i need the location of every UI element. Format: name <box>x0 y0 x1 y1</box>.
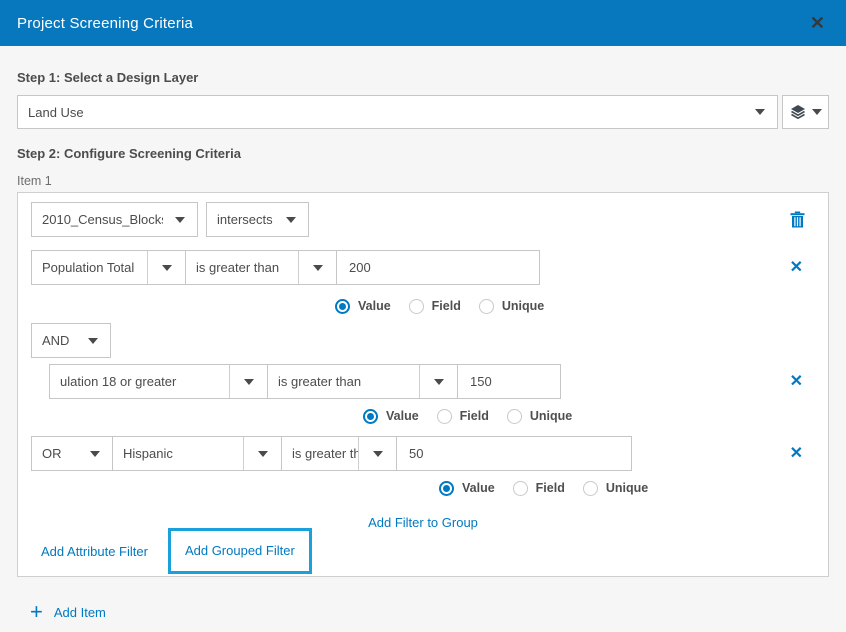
filter2-operator-select[interactable]: is greater than <box>267 364 458 399</box>
value-radio-label: Value <box>386 409 419 423</box>
chevron-down-icon <box>243 437 281 470</box>
field-radio[interactable] <box>437 409 452 424</box>
filter3-operator-value: is greater than <box>282 446 358 461</box>
chevron-down-icon <box>358 437 396 470</box>
value-radio[interactable] <box>363 409 378 424</box>
filter2-field-value: ulation 18 or greater <box>50 374 229 389</box>
unique-radio[interactable] <box>507 409 522 424</box>
spatial-operator-select[interactable]: intersects <box>206 202 309 237</box>
filter2-mode-radios: Value Field Unique <box>363 408 815 424</box>
unique-radio-label: Unique <box>530 409 572 423</box>
filter3-operator-select[interactable]: is greater than <box>281 436 397 471</box>
and-conjunction-value: AND <box>32 333 76 348</box>
step2-label: Step 2: Configure Screening Criteria <box>17 146 829 161</box>
or-conjunction-select[interactable]: OR <box>31 436 113 471</box>
value-radio[interactable] <box>439 481 454 496</box>
field-radio[interactable] <box>513 481 528 496</box>
chevron-down-icon <box>812 109 822 115</box>
filter1-operator-select[interactable]: is greater than <box>185 250 337 285</box>
chevron-down-icon <box>743 96 777 128</box>
unique-radio-label: Unique <box>502 299 544 313</box>
filter1-mode-radios: Value Field Unique <box>335 298 815 314</box>
add-item-label: Add Item <box>54 605 106 620</box>
close-icon[interactable]: ✕ <box>806 12 829 34</box>
design-layer-value: Land Use <box>18 105 743 120</box>
unique-radio-label: Unique <box>606 481 648 495</box>
design-layer-row: Land Use <box>17 95 829 129</box>
field-radio-label: Field <box>536 481 565 495</box>
chevron-down-icon <box>298 251 336 284</box>
filter3-value-input[interactable] <box>396 436 632 471</box>
filter-row-3: OR Hispanic is greater than ✕ <box>31 436 815 471</box>
filter1-operator-value: is greater than <box>186 260 298 275</box>
filter-row-1: Population Total is greater than ✕ <box>31 250 815 285</box>
spatial-operator-value: intersects <box>207 212 274 227</box>
and-conjunction-select[interactable]: AND <box>31 323 111 358</box>
filter3-mode-radios: Value Field Unique <box>439 480 815 496</box>
field-radio-label: Field <box>460 409 489 423</box>
field-radio[interactable] <box>409 299 424 314</box>
filter2-operator-value: is greater than <box>268 374 419 389</box>
filter1-field-value: Population Total <box>32 260 147 275</box>
filter2-value-input[interactable] <box>457 364 561 399</box>
chevron-down-icon <box>163 203 197 236</box>
trash-icon <box>790 211 805 228</box>
add-grouped-filter-highlight: Add Grouped Filter <box>168 528 312 574</box>
remove-filter2-icon[interactable]: ✕ <box>790 374 803 390</box>
design-layer-select[interactable]: Land Use <box>17 95 778 129</box>
value-radio-label: Value <box>462 481 495 495</box>
filter1-field-select[interactable]: Population Total <box>31 250 186 285</box>
filter2-field-select[interactable]: ulation 18 or greater <box>49 364 268 399</box>
step1-label: Step 1: Select a Design Layer <box>17 70 829 85</box>
chevron-down-icon <box>78 437 112 470</box>
delete-item-button[interactable] <box>790 211 805 228</box>
field-radio-label: Field <box>432 299 461 313</box>
remove-filter1-icon[interactable]: ✕ <box>790 260 803 276</box>
unique-radio[interactable] <box>583 481 598 496</box>
add-attribute-filter-link[interactable]: Add Attribute Filter <box>41 544 148 559</box>
remove-filter3-icon[interactable]: ✕ <box>790 446 803 462</box>
census-layer-select[interactable]: 2010_Census_Blocks <box>31 202 198 237</box>
plus-icon: + <box>30 603 43 621</box>
census-layer-value: 2010_Census_Blocks <box>32 212 163 227</box>
add-item-button[interactable]: + Add Item <box>30 603 829 621</box>
dialog-body: Step 1: Select a Design Layer Land Use S… <box>0 70 846 621</box>
or-conjunction-value: OR <box>32 446 78 461</box>
value-radio[interactable] <box>335 299 350 314</box>
filter3-field-select[interactable]: Hispanic <box>112 436 282 471</box>
dialog-header: Project Screening Criteria ✕ <box>0 0 846 46</box>
layers-icon <box>790 104 806 120</box>
chevron-down-icon <box>147 251 185 284</box>
chevron-down-icon <box>229 365 267 398</box>
layer-options-dropdown[interactable] <box>782 95 829 129</box>
screening-item-panel: 2010_Census_Blocks intersects <box>17 192 829 577</box>
dialog-title: Project Screening Criteria <box>17 15 193 32</box>
value-radio-label: Value <box>358 299 391 313</box>
item-label: Item 1 <box>17 174 829 188</box>
conjunction-row: AND <box>31 323 815 358</box>
filter-row-2: ulation 18 or greater is greater than ✕ <box>49 364 815 399</box>
filter-links-row: Add Attribute Filter Add Grouped Filter <box>31 528 815 574</box>
chevron-down-icon <box>76 324 110 357</box>
chevron-down-icon <box>274 203 308 236</box>
filter1-value-input[interactable] <box>336 250 540 285</box>
layer-operator-row: 2010_Census_Blocks intersects <box>31 202 815 237</box>
add-grouped-filter-link[interactable]: Add Grouped Filter <box>185 543 295 558</box>
filter3-field-value: Hispanic <box>113 446 243 461</box>
chevron-down-icon <box>419 365 457 398</box>
unique-radio[interactable] <box>479 299 494 314</box>
add-filter-to-group-link[interactable]: Add Filter to Group <box>368 515 478 530</box>
